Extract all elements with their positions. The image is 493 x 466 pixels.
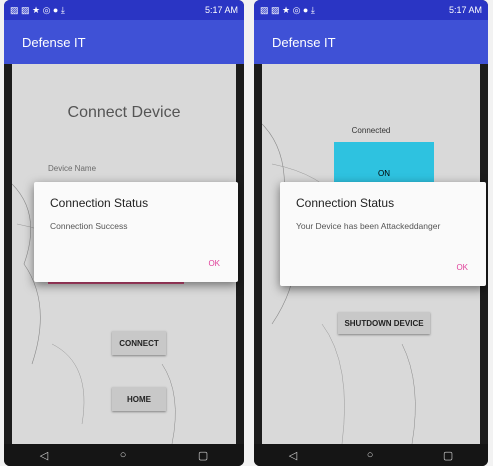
home-nav-icon[interactable]: ○ (120, 449, 127, 461)
back-icon[interactable]: ◁ (40, 449, 48, 462)
dialog-ok-button[interactable]: OK (208, 259, 220, 268)
connect-button[interactable]: CONNECT (112, 331, 166, 355)
dialog-ok-button[interactable]: OK (456, 263, 468, 272)
back-icon[interactable]: ◁ (289, 449, 297, 462)
connection-status-dialog: Connection Status Connection Success OK (34, 182, 238, 282)
home-button[interactable]: HOME (112, 387, 166, 411)
status-bar: ▨ ▨ ★ ◎ ● ⤓ 5:17 AM (4, 0, 244, 20)
home-nav-icon[interactable]: ○ (367, 449, 374, 461)
phone-screen-right: ▨ ▨ ★ ◎ ● ⤓ 5:17 AM Defense IT Connected… (254, 0, 488, 466)
navigation-bar: ◁ ○ ▢ (4, 444, 244, 466)
dialog-message: Connection Success (50, 221, 128, 231)
page-heading: Connect Device (67, 104, 181, 121)
connection-status-dialog: Connection Status Your Device has been A… (280, 182, 486, 286)
navigation-bar: ◁ ○ ▢ (254, 444, 488, 466)
recents-icon[interactable]: ▢ (443, 449, 453, 462)
app-bar: Defense IT (254, 20, 488, 64)
dialog-message: Your Device has been Attackeddanger (296, 221, 441, 231)
recents-icon[interactable]: ▢ (198, 449, 208, 462)
dialog-title: Connection Status (296, 196, 395, 210)
app-bar: Defense IT (4, 20, 244, 64)
shutdown-device-button[interactable]: SHUTDOWN DEVICE (338, 312, 430, 334)
phone-screen-left: ▨ ▨ ★ ◎ ● ⤓ 5:17 AM Defense IT Connect D… (4, 0, 244, 466)
device-name-field[interactable] (48, 282, 184, 284)
connection-state-label: Connected (351, 126, 391, 135)
status-bar: ▨ ▨ ★ ◎ ● ⤓ 5:17 AM (254, 0, 488, 20)
app-title: Defense IT (22, 34, 86, 50)
dialog-title: Connection Status (50, 196, 149, 210)
status-icons: ▨ ▨ ★ ◎ ● ⤓ (10, 4, 65, 15)
status-time: 5:17 AM (448, 5, 482, 15)
status-time: 5:17 AM (204, 5, 238, 15)
app-title: Defense IT (272, 34, 336, 50)
status-icons: ▨ ▨ ★ ◎ ● ⤓ (260, 4, 315, 15)
device-name-label: Device Name (48, 164, 97, 173)
